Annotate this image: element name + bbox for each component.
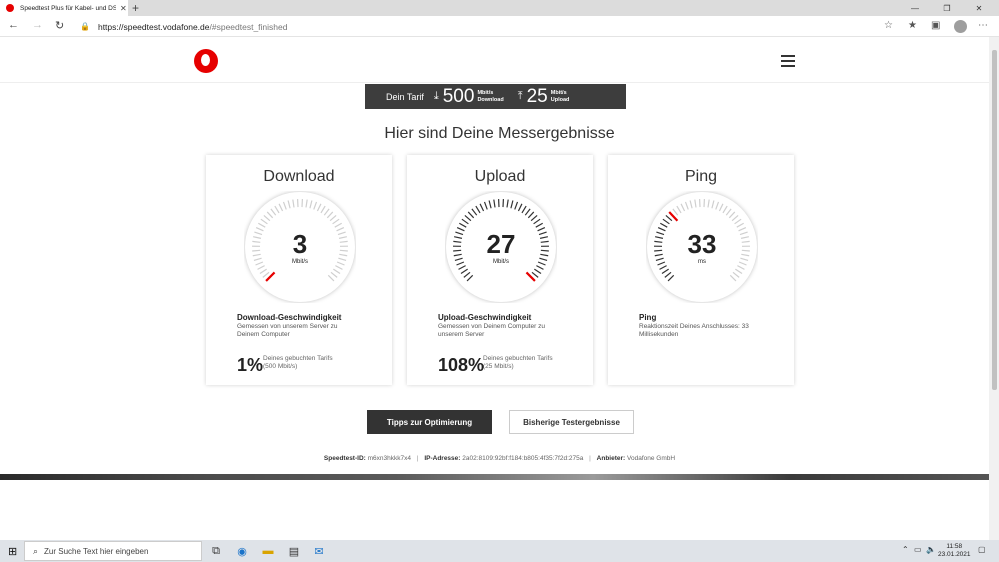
address-bar[interactable]: 🔒 https://speedtest.vodafone.de /#speedt… [80,18,860,35]
task-view-icon[interactable]: ⧉ [208,543,224,559]
edge-browser-icon[interactable]: ◉ [234,543,250,559]
tariff-upload-word: Upload [550,96,570,103]
collections-icon[interactable]: ▣ [931,20,940,31]
provider-label: Anbieter: [596,455,626,462]
speedtest-id-value: m6xn3hkkk7x4 [367,455,411,462]
test-meta-info: Speedtest-ID: m6xn3hkkk7x4 | IP-Adresse:… [0,455,989,462]
upload-card: Upload 27 Mbit/s Upload-Geschwindigkeit … [407,155,593,385]
search-icon: ⌕ [33,545,39,556]
tariff-bar: Dein Tarif ⤓ 500 Mbit/s Download ⤒ 25 Mbi… [365,84,626,109]
upload-gauge: 27 Mbit/s [445,191,557,303]
gauge-unit: Mbit/s [291,259,308,265]
metric-description: Gemessen von Deinem Computer zu unserem … [438,323,545,338]
percent-desc-line1: Deines gebuchten Tarifs [483,355,553,362]
back-icon[interactable]: ← [8,19,19,31]
tariff-percent-description: Deines gebuchten Tarifs (25 Mbit/s) [483,355,553,371]
percent-desc-line2: (500 Mbit/s) [263,363,298,370]
metric-title: Upload-Geschwindigkeit [438,313,532,322]
tariff-upload-unit: Mbit/s Upload [551,90,570,104]
metric-title: Ping [639,313,657,322]
more-menu-icon[interactable]: ⋯ [978,20,988,31]
tariff-download-word: Download [477,96,504,103]
gauge-unit: ms [698,259,706,265]
system-clock[interactable]: 11:58 23.01.2021 [938,543,971,559]
separator: | [416,455,419,462]
speedtest-id-label: Speedtest-ID: [323,455,366,462]
gauge-value: 33 [687,229,717,259]
results-headline: Hier sind Deine Messergebnisse [384,125,615,142]
windows-taskbar: ⊞ ⌕ Zur Suche Text hier eingeben ⧉ ◉ ▬ ▤… [0,540,999,562]
card-title: Download [263,168,335,185]
tariff-download-value: 500 [442,85,475,107]
tariff-percent: 1% [237,355,264,375]
file-explorer-icon[interactable]: ▬ [260,543,276,559]
reload-icon[interactable]: ↻ [55,19,64,32]
tips-button[interactable]: Tipps zur Optimierung [367,410,492,434]
tariff-percent: 108% [438,355,485,375]
store-icon[interactable]: ▤ [286,543,302,559]
url-path: /#speedtest_finished [209,21,288,32]
download-gauge: 3 Mbit/s [244,191,356,303]
vodafone-favicon-icon [6,4,14,12]
mail-icon[interactable]: ✉ [311,543,327,559]
lock-icon[interactable]: 🔒 [80,22,90,31]
close-tab-icon[interactable]: ✕ [120,4,127,13]
gauge-value: 3 [292,229,308,259]
volume-icon[interactable]: 🔈 [926,545,936,554]
metric-title: Download-Geschwindigkeit [237,313,342,322]
network-icon[interactable]: ▭ [914,545,922,554]
new-tab-icon[interactable]: + [132,1,139,15]
card-title: Upload [474,168,526,185]
ping-card: Ping 33 ms Ping Reaktionszeit Deines Ans… [608,155,794,385]
taskbar-search[interactable]: ⌕ Zur Suche Text hier eingeben [24,541,202,561]
clock-time: 11:58 [946,543,963,550]
add-favorite-icon[interactable]: ☆ [884,20,893,31]
hamburger-menu-icon[interactable] [781,55,795,70]
tariff-upload-unit-text: Mbit/s [550,89,567,96]
upload-arrow-icon: ⤒ [517,90,523,102]
download-arrow-icon: ⤓ [433,90,439,102]
tab-bar: Speedtest Plus für Kabel- und DSL ✕ + — … [0,0,999,16]
metric-description: Reaktionszeit Deines Anschlusses: 33 Mil… [639,323,749,338]
web-page: Dein Tarif ⤓ 500 Mbit/s Download ⤒ 25 Mbi… [0,37,989,540]
profile-avatar[interactable] [954,20,967,33]
tariff-download-unit-text: Mbit/s [477,89,494,96]
site-header [0,37,989,83]
tariff-download-unit: Mbit/s Download [477,90,503,104]
ip-address-label: IP-Adresse: [424,455,461,462]
provider-value: Vodafone GmbH [627,455,676,462]
ping-gauge: 33 ms [646,191,758,303]
forward-icon[interactable]: → [32,19,43,31]
percent-desc-line2: (25 Mbit/s) [483,363,514,370]
tab-title: Speedtest Plus für Kabel- und DSL [20,4,116,12]
gauge-value: 27 [486,229,516,259]
browser-toolbar: ← → ↻ 🔒 https://speedtest.vodafone.de /#… [0,16,999,37]
footer-image-strip [0,474,989,480]
scrollbar-thumb[interactable] [992,50,997,390]
gauge-unit: Mbit/s [492,259,509,265]
close-window-icon[interactable]: ✕ [964,0,994,16]
browser-tab[interactable]: Speedtest Plus für Kabel- und DSL ✕ [0,0,128,16]
ip-address-value: 2a02:8109:92bf:f184:b805:4f35:7f2d:275a [462,455,584,462]
windows-start-icon[interactable]: ⊞ [8,545,17,558]
maximize-icon[interactable]: ❐ [932,0,962,16]
tariff-percent-description: Deines gebuchten Tarifs (500 Mbit/s) [263,355,333,371]
notifications-icon[interactable]: ▢ [978,545,986,554]
metric-description: Gemessen von unserem Server zu Deinem Co… [237,323,338,338]
download-card: Download 3 Mbit/s Download-Geschwindigke… [206,155,392,385]
browser-window: Speedtest Plus für Kabel- und DSL ✕ + — … [0,0,999,540]
history-button[interactable]: Bisherige Testergebnisse [509,410,634,434]
percent-desc-line1: Deines gebuchten Tarifs [263,355,333,362]
url-host: https://speedtest.vodafone.de [97,21,210,32]
taskbar-search-placeholder: Zur Suche Text hier eingeben [44,546,149,556]
card-title: Ping [684,168,718,185]
minimize-icon[interactable]: — [900,0,930,16]
tariff-label: Dein Tarif [386,91,424,102]
clock-date: 23.01.2021 [938,551,971,558]
vodafone-logo[interactable] [194,49,218,73]
tariff-upload-value: 25 [526,85,548,107]
tray-chevron-icon[interactable]: ⌃ [902,545,909,554]
separator: | [589,455,591,462]
favorites-icon[interactable]: ★ [908,20,917,31]
